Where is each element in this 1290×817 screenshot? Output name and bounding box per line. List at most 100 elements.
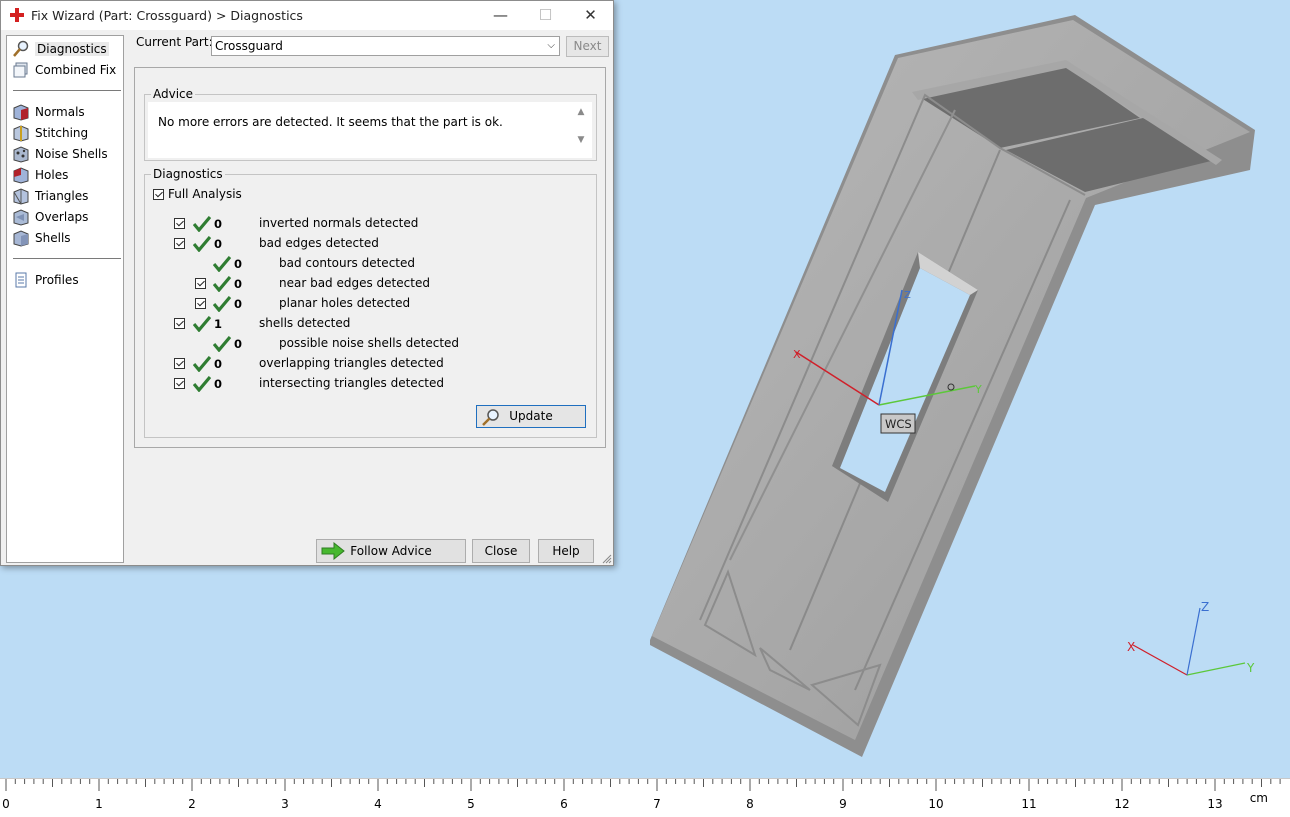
help-button[interactable]: Help [538, 539, 594, 563]
triad-y-label: Y [1246, 661, 1255, 675]
diag-count: 0 [234, 257, 243, 271]
diag-text: bad contours detected [279, 256, 415, 270]
crossguard-model[interactable] [650, 15, 1255, 757]
diag-count: 0 [214, 377, 223, 391]
holes-icon [11, 166, 31, 184]
nav-item-label: Shells [35, 230, 71, 245]
ruler-tick-label: 8 [746, 797, 754, 811]
inverted-normals-checkbox[interactable] [174, 218, 185, 229]
advice-group: Advice No more errors are detected. It s… [144, 87, 597, 161]
checkmark-icon [213, 296, 231, 312]
combined-fix-icon [11, 61, 31, 79]
normals-icon [11, 103, 31, 121]
ruler-tick-label: 2 [188, 797, 196, 811]
diag-count: 0 [234, 297, 243, 311]
nav-item-label: Combined Fix [35, 62, 117, 77]
ruler-tick-label: 11 [1021, 797, 1037, 811]
nav-item-diagnostics[interactable]: Diagnostics [11, 39, 121, 58]
current-part-value: Crossguard [215, 39, 283, 53]
diag-count: 0 [214, 237, 223, 251]
nav-item-noise-shells[interactable]: Noise Shells [11, 144, 121, 163]
intersecting-triangles-checkbox[interactable] [174, 378, 185, 389]
diag-count: 0 [214, 217, 223, 231]
nav-item-label: Overlaps [35, 209, 89, 224]
nav-item-stitching[interactable]: Stitching [11, 123, 121, 142]
checkmark-icon [213, 336, 231, 352]
next-button[interactable]: Next [566, 36, 609, 57]
fix-wizard-dialog: Fix Wizard (Part: Crossguard) > Diagnost… [0, 0, 614, 566]
shells-checkbox[interactable] [174, 318, 185, 329]
advice-scrollbar[interactable]: ▲ ▼ [574, 107, 588, 155]
ruler-tick-label: 13 [1207, 797, 1223, 811]
advice-textbox[interactable]: No more errors are detected. It seems th… [148, 102, 592, 158]
checkbox-checked[interactable] [153, 188, 164, 200]
ruler-tick-label: 12 [1114, 797, 1130, 811]
update-button[interactable]: Update [476, 405, 586, 428]
follow-advice-label: Follow Advice [350, 544, 432, 558]
nav-separator [13, 258, 121, 259]
nav-item-label: Noise Shells [35, 146, 108, 161]
overlapping-triangles-checkbox[interactable] [174, 358, 185, 369]
scroll-up-icon[interactable]: ▲ [574, 107, 588, 117]
nav-item-label: Triangles [35, 188, 89, 203]
nav-item-label: Stitching [35, 125, 89, 140]
advice-text: No more errors are detected. It seems th… [158, 115, 568, 129]
planar-holes-checkbox[interactable] [195, 298, 206, 309]
checkmark-icon [193, 236, 211, 252]
ruler-tick-label: 5 [467, 797, 475, 811]
close-window-button[interactable]: ✕ [568, 1, 613, 30]
orientation-triad: X Y Z [1127, 600, 1255, 676]
profiles-icon [11, 271, 31, 289]
advice-legend: Advice [151, 87, 196, 101]
nav-item-overlaps[interactable]: Overlaps [11, 207, 121, 226]
diag-count: 0 [234, 277, 243, 291]
minimize-button[interactable]: — [478, 1, 523, 30]
nav-item-holes[interactable]: Holes [11, 165, 121, 184]
wcs-y-label: Y [974, 383, 982, 396]
noise-shells-icon [11, 145, 31, 163]
scroll-down-icon[interactable]: ▼ [574, 135, 588, 145]
full-analysis-checkbox[interactable]: Full Analysis [153, 187, 242, 201]
magnifier-icon [482, 409, 499, 426]
wcs-label: WCS [885, 417, 912, 431]
ruler-tick-label: 7 [653, 797, 661, 811]
nav-item-shells[interactable]: Shells [11, 228, 121, 247]
nav-item-normals[interactable]: Normals [11, 102, 121, 121]
full-analysis-label: Full Analysis [168, 187, 242, 201]
stitching-icon [11, 124, 31, 142]
bad-edges-checkbox[interactable] [174, 238, 185, 249]
nav-item-label: Holes [35, 167, 69, 182]
title-bar[interactable]: Fix Wizard (Part: Crossguard) > Diagnost… [1, 1, 613, 30]
near-bad-edges-checkbox[interactable] [195, 278, 206, 289]
checkmark-icon [193, 376, 211, 392]
resize-grip-icon[interactable] [602, 554, 612, 564]
maximize-button[interactable]: ☐ [523, 1, 568, 30]
nav-item-profiles[interactable]: Profiles [11, 270, 121, 289]
triad-x-label: X [1127, 640, 1135, 654]
triangles-icon [11, 187, 31, 205]
diag-text: inverted normals detected [259, 216, 419, 230]
nav-item-label: Profiles [35, 272, 79, 287]
ruler-tick-label: 6 [560, 797, 568, 811]
diag-count: 0 [214, 357, 223, 371]
diagnostics-legend: Diagnostics [151, 167, 225, 181]
diag-text: overlapping triangles detected [259, 356, 444, 370]
checkmark-icon [213, 276, 231, 292]
close-button[interactable]: Close [472, 539, 530, 563]
chevron-down-icon: ⌵ [547, 40, 555, 51]
follow-advice-button[interactable]: Follow Advice [316, 539, 466, 563]
ruler-tick-label: 0 [2, 797, 10, 811]
triad-z-label: Z [1201, 600, 1209, 614]
nav-item-combined-fix[interactable]: Combined Fix [11, 60, 121, 79]
ruler-unit-label: cm [1249, 791, 1268, 805]
ruler-tick-label: 3 [281, 797, 289, 811]
window-title: Fix Wizard (Part: Crossguard) > Diagnost… [31, 8, 303, 23]
ruler-tick-label: 4 [374, 797, 382, 811]
wizard-nav: Diagnostics Combined Fix Normals Stitchi… [6, 35, 124, 563]
current-part-select[interactable]: Crossguard ⌵ [211, 36, 560, 56]
diag-text: near bad edges detected [279, 276, 430, 290]
nav-item-triangles[interactable]: Triangles [11, 186, 121, 205]
diag-text: intersecting triangles detected [259, 376, 444, 390]
nav-separator [13, 90, 121, 91]
diag-count: 1 [214, 317, 223, 331]
